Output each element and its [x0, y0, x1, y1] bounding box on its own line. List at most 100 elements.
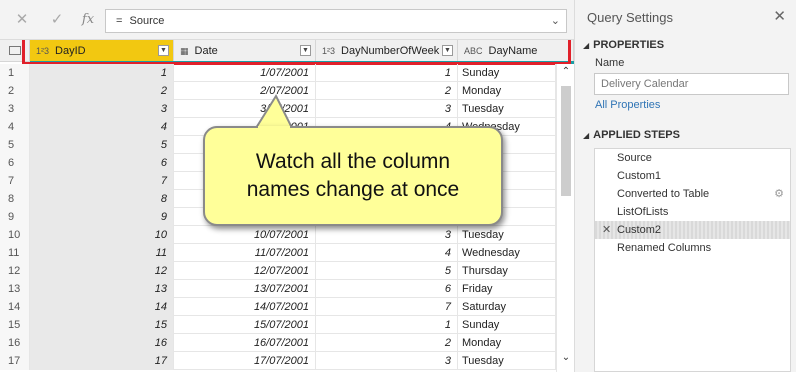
check-icon[interactable]: ✓	[47, 10, 67, 30]
row-number[interactable]: 3	[0, 100, 30, 118]
row-number[interactable]: 4	[0, 118, 30, 136]
whole-number-type-icon[interactable]: 1²3	[322, 40, 335, 62]
row-number[interactable]: 8	[0, 190, 30, 208]
chevron-up-icon[interactable]: ⌃	[560, 66, 572, 78]
formula-input[interactable]: = Source ⌄	[105, 9, 567, 33]
row-number[interactable]: 2	[0, 82, 30, 100]
vertical-scrollbar[interactable]: ⌃ ⌄	[556, 64, 574, 372]
gear-icon[interactable]: ⚙	[774, 185, 784, 203]
cell-daynumberofweek[interactable]: 7	[316, 298, 458, 316]
cell-date[interactable]: 3/07/2001	[174, 100, 316, 118]
all-properties-link[interactable]: All Properties	[595, 99, 660, 111]
applied-step[interactable]: Converted to Table ⚙	[595, 185, 790, 203]
applied-step[interactable]: ✕ Custom2	[595, 221, 790, 239]
cell-date[interactable]: 14/07/2001	[174, 298, 316, 316]
cell-dayid[interactable]: 1	[30, 64, 174, 82]
cell-dayid[interactable]: 10	[30, 226, 174, 244]
table-row[interactable]: 17 17 17/07/2001 3 Tuesday	[0, 352, 556, 370]
row-number[interactable]: 11	[0, 244, 30, 262]
filter-dropdown-icon[interactable]: ▼	[442, 45, 453, 56]
row-number[interactable]: 16	[0, 334, 30, 352]
table-menu-button[interactable]	[0, 40, 30, 62]
cell-date[interactable]: 15/07/2001	[174, 316, 316, 334]
row-number[interactable]: 12	[0, 262, 30, 280]
row-number[interactable]: 10	[0, 226, 30, 244]
cell-dayid[interactable]: 7	[30, 172, 174, 190]
cell-dayname[interactable]: Monday	[458, 82, 556, 100]
cell-dayid[interactable]: 12	[30, 262, 174, 280]
cell-daynumberofweek[interactable]: 1	[316, 316, 458, 334]
table-row[interactable]: 11 11 11/07/2001 4 Wednesday	[0, 244, 556, 262]
cell-dayid[interactable]: 14	[30, 298, 174, 316]
cell-dayid[interactable]: 9	[30, 208, 174, 226]
row-number[interactable]: 9	[0, 208, 30, 226]
cell-date[interactable]: 2/07/2001	[174, 82, 316, 100]
applied-step[interactable]: Source	[595, 149, 790, 167]
row-number[interactable]: 7	[0, 172, 30, 190]
cell-dayname[interactable]: Thursday	[458, 262, 556, 280]
chevron-down-icon[interactable]: ⌄	[551, 10, 560, 32]
cell-daynumberofweek[interactable]: 4	[316, 244, 458, 262]
cell-daynumberofweek[interactable]: 1	[316, 64, 458, 82]
cell-daynumberofweek[interactable]: 2	[316, 82, 458, 100]
cell-dayid[interactable]: 8	[30, 190, 174, 208]
cell-daynumberofweek[interactable]: 5	[316, 262, 458, 280]
delete-step-icon[interactable]: ✕	[602, 221, 611, 239]
cell-dayname[interactable]: Friday	[458, 280, 556, 298]
column-header-dayname[interactable]: ABC DayName	[458, 40, 574, 62]
table-row[interactable]: 12 12 12/07/2001 5 Thursday	[0, 262, 556, 280]
cell-date[interactable]: 17/07/2001	[174, 352, 316, 370]
table-row[interactable]: 2 2 2/07/2001 2 Monday	[0, 82, 556, 100]
column-header-daynumberofweek[interactable]: 1²3 DayNumberOfWeek ▼	[316, 40, 458, 62]
chevron-down-icon[interactable]: ⌄	[560, 352, 572, 364]
applied-steps-heading[interactable]: ◢ APPLIED STEPS	[583, 129, 680, 141]
table-row[interactable]: 14 14 14/07/2001 7 Saturday	[0, 298, 556, 316]
table-row[interactable]: 1 1 1/07/2001 1 Sunday	[0, 64, 556, 82]
cell-daynumberofweek[interactable]: 3	[316, 352, 458, 370]
row-number[interactable]: 14	[0, 298, 30, 316]
row-number[interactable]: 5	[0, 136, 30, 154]
filter-dropdown-icon[interactable]: ▼	[158, 45, 169, 56]
row-number[interactable]: 6	[0, 154, 30, 172]
table-row[interactable]: 13 13 13/07/2001 6 Friday	[0, 280, 556, 298]
cell-dayname[interactable]: Tuesday	[458, 226, 556, 244]
cell-daynumberofweek[interactable]: 3	[316, 100, 458, 118]
applied-step[interactable]: Custom1	[595, 167, 790, 185]
cell-dayid[interactable]: 4	[30, 118, 174, 136]
cell-daynumberofweek[interactable]: 3	[316, 226, 458, 244]
cell-dayid[interactable]: 16	[30, 334, 174, 352]
applied-step[interactable]: Renamed Columns	[595, 239, 790, 257]
properties-heading[interactable]: ◢ PROPERTIES	[583, 39, 664, 51]
table-row[interactable]: 16 16 16/07/2001 2 Monday	[0, 334, 556, 352]
cell-dayname[interactable]: Wednesday	[458, 244, 556, 262]
row-number[interactable]: 1	[0, 64, 30, 82]
cell-dayid[interactable]: 11	[30, 244, 174, 262]
close-icon[interactable]: ✕	[773, 7, 786, 25]
cell-dayname[interactable]: Monday	[458, 334, 556, 352]
cell-dayname[interactable]: Saturday	[458, 298, 556, 316]
cell-date[interactable]: 1/07/2001	[174, 64, 316, 82]
cell-date[interactable]: 12/07/2001	[174, 262, 316, 280]
cell-dayid[interactable]: 15	[30, 316, 174, 334]
cell-date[interactable]: 13/07/2001	[174, 280, 316, 298]
cell-dayname[interactable]: Tuesday	[458, 352, 556, 370]
row-number[interactable]: 17	[0, 352, 30, 370]
column-header-date[interactable]: ▦ Date ▼	[174, 40, 316, 62]
cell-date[interactable]: 11/07/2001	[174, 244, 316, 262]
cell-dayid[interactable]: 5	[30, 136, 174, 154]
cell-dayid[interactable]: 17	[30, 352, 174, 370]
cell-dayname[interactable]: Sunday	[458, 64, 556, 82]
cell-dayname[interactable]: Tuesday	[458, 100, 556, 118]
cell-date[interactable]: 10/07/2001	[174, 226, 316, 244]
cell-dayname[interactable]: Sunday	[458, 316, 556, 334]
date-type-icon[interactable]: ▦	[180, 40, 189, 62]
close-icon[interactable]: ✕	[12, 10, 32, 30]
column-header-dayid[interactable]: 1²3 DayID ▼	[30, 40, 174, 62]
fx-icon[interactable]: fx	[78, 10, 98, 30]
cell-dayid[interactable]: 2	[30, 82, 174, 100]
scrollbar-thumb[interactable]	[561, 86, 571, 196]
cell-dayid[interactable]: 3	[30, 100, 174, 118]
cell-date[interactable]: 16/07/2001	[174, 334, 316, 352]
whole-number-type-icon[interactable]: 1²3	[36, 40, 49, 62]
table-row[interactable]: 10 10 10/07/2001 3 Tuesday	[0, 226, 556, 244]
